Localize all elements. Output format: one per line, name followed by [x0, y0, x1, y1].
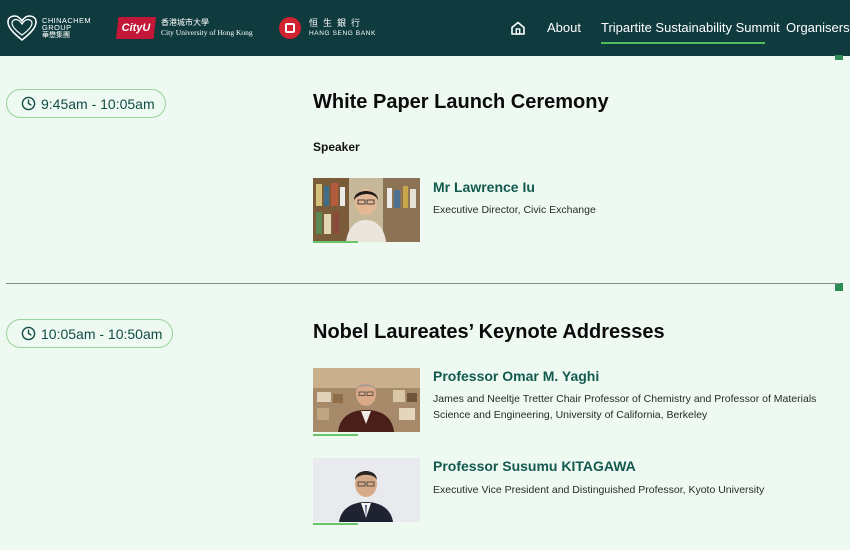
chinachem-logo[interactable]: CHINACHEM GROUP 華懋集團 [6, 0, 91, 56]
cityu-badge: CityU [116, 17, 156, 39]
timeline-marker [835, 55, 843, 60]
speaker-role: James and Neeltje Tretter Chair Professo… [433, 393, 817, 421]
photo-accent-bar [313, 523, 358, 525]
timeline-marker [835, 283, 843, 291]
session-time-pill: 10:05am - 10:50am [6, 319, 174, 348]
logo-text: City University of Hong Kong [161, 28, 253, 37]
speaker-photo[interactable] [313, 368, 420, 432]
clock-icon [21, 96, 36, 111]
heart-logo-icon [7, 15, 37, 42]
logo-text: 華懋集團 [42, 32, 70, 39]
logo-text: HANG SENG BANK [309, 29, 376, 37]
speaker-photo[interactable] [313, 178, 420, 242]
speaker-label: Speaker [313, 140, 360, 154]
clock-icon [21, 326, 36, 341]
session-time: 9:45am - 10:05am [41, 95, 155, 112]
session-divider [6, 283, 840, 284]
site-header: CHINACHEM GROUP 華懋集團 CityU 香港城市大學 City U… [0, 0, 850, 56]
hang-seng-mark-icon [279, 17, 301, 39]
photo-accent-bar [313, 434, 358, 436]
speaker-name[interactable]: Mr Lawrence Iu [433, 179, 535, 195]
home-icon[interactable] [510, 20, 526, 36]
speaker-name[interactable]: Professor Susumu KITAGAWA [433, 458, 636, 474]
logo-text: 香港城市大學 [161, 18, 209, 27]
nav-organisers[interactable]: Organisers [786, 20, 850, 35]
hang-seng-logo[interactable]: 恒生銀行 HANG SENG BANK [279, 0, 376, 56]
nav-tripartite-summit[interactable]: Tripartite Sustainability Summit [601, 20, 780, 35]
session-time: 10:05am - 10:50am [41, 325, 163, 342]
active-nav-indicator [601, 42, 765, 44]
photo-accent-bar [313, 241, 358, 243]
speaker-role: Executive Director, Civic Exchange [433, 204, 596, 216]
session-title: White Paper Launch Ceremony [313, 91, 609, 113]
logo-text: 恒生銀行 [309, 17, 366, 28]
session-time-pill: 9:45am - 10:05am [6, 89, 166, 118]
logo-text: GROUP [42, 23, 72, 32]
session-title: Nobel Laureates’ Keynote Addresses [313, 321, 665, 343]
cityu-logo[interactable]: CityU 香港城市大學 City University of Hong Kon… [116, 0, 253, 56]
nav-about[interactable]: About [547, 20, 581, 35]
speaker-photo[interactable] [313, 458, 420, 522]
speaker-name[interactable]: Professor Omar M. Yaghi [433, 368, 599, 384]
speaker-role: Executive Vice President and Distinguish… [433, 484, 765, 496]
